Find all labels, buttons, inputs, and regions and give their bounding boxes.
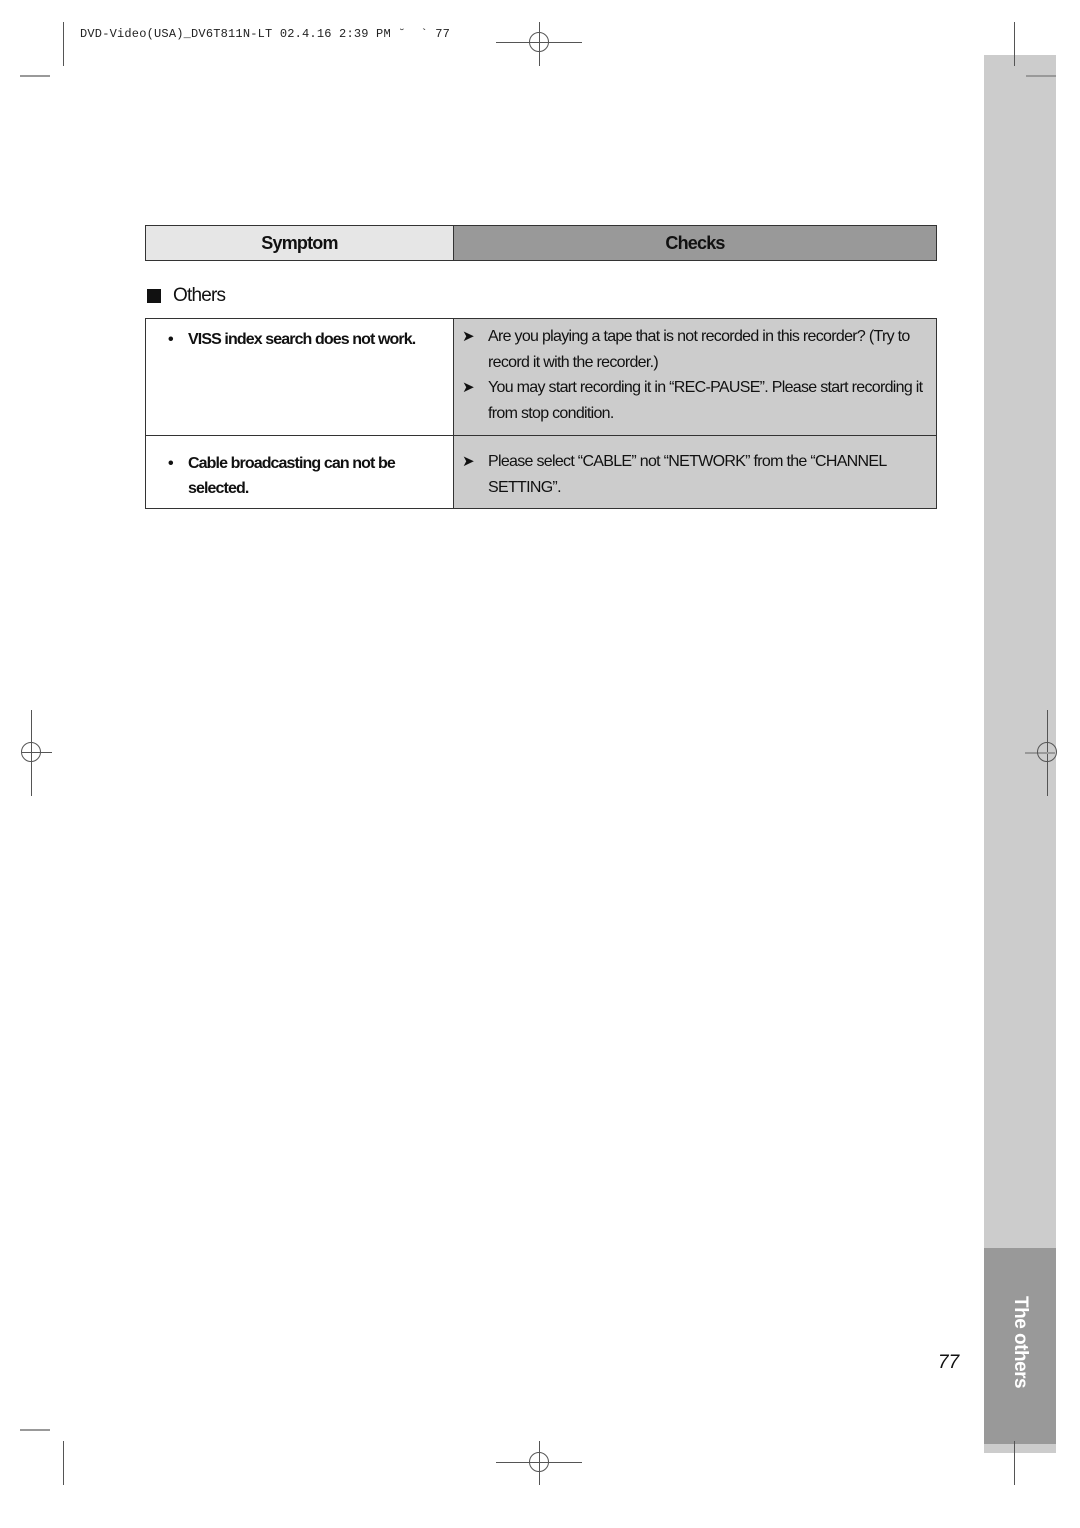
registration-mark-icon [529, 32, 549, 52]
table-row: • VISS index search does not work. ➤ Are… [145, 318, 937, 436]
crop-mark [20, 75, 50, 77]
check-item: ➤ Please select “CABLE” not “NETWORK” fr… [454, 449, 936, 500]
column-header-symptom: Symptom [145, 225, 454, 261]
troubleshooting-table: • VISS index search does not work. ➤ Are… [145, 318, 937, 509]
crop-mark [20, 1429, 50, 1431]
arrow-icon: ➤ [462, 328, 475, 345]
column-header-checks: Checks [453, 225, 937, 261]
checks-cell: ➤ Please select “CABLE” not “NETWORK” fr… [453, 435, 937, 509]
symptom-cell: • VISS index search does not work. [145, 318, 454, 436]
registration-mark-icon [1037, 742, 1057, 762]
crop-mark [63, 22, 64, 66]
side-tab-label-wrap: The others [984, 1248, 1056, 1444]
registration-mark-icon [21, 742, 41, 762]
checks-cell: ➤ Are you playing a tape that is not rec… [453, 318, 937, 436]
square-bullet-icon [147, 289, 161, 303]
check-item: ➤ Are you playing a tape that is not rec… [454, 324, 936, 375]
symptom-text: Cable broadcasting can not be selected. [188, 455, 396, 497]
symptom-text: VISS index search does not work. [188, 331, 416, 348]
column-header-table: Symptom Checks [145, 225, 937, 261]
check-text: Are you playing a tape that is not recor… [488, 328, 910, 371]
crop-mark [1026, 75, 1056, 77]
crop-mark [1026, 1429, 1056, 1431]
check-item: ➤ You may start recording it in “REC-PAU… [454, 375, 936, 426]
arrow-icon: ➤ [462, 453, 475, 470]
bullet-icon: • [168, 455, 174, 472]
table-row: • Cable broadcasting can not be selected… [145, 435, 937, 509]
registration-mark-icon [529, 1452, 549, 1472]
page-number: 77 [938, 1352, 960, 1373]
check-text: You may start recording it in “REC-PAUSE… [488, 379, 923, 422]
section-title: Others [173, 285, 226, 306]
print-header: DVD-Video(USA)_DV6T811N-LT 02.4.16 2:39 … [80, 27, 451, 41]
symptom-cell: • Cable broadcasting can not be selected… [145, 435, 454, 509]
crop-mark [1014, 22, 1015, 66]
crop-mark [63, 1441, 64, 1485]
arrow-icon: ➤ [462, 379, 475, 396]
side-tab-label: The others [1010, 1296, 1031, 1389]
check-text: Please select “CABLE” not “NETWORK” from… [488, 453, 887, 496]
bullet-icon: • [168, 331, 174, 348]
section-heading: Others [147, 285, 226, 307]
crop-mark [1014, 1441, 1015, 1485]
